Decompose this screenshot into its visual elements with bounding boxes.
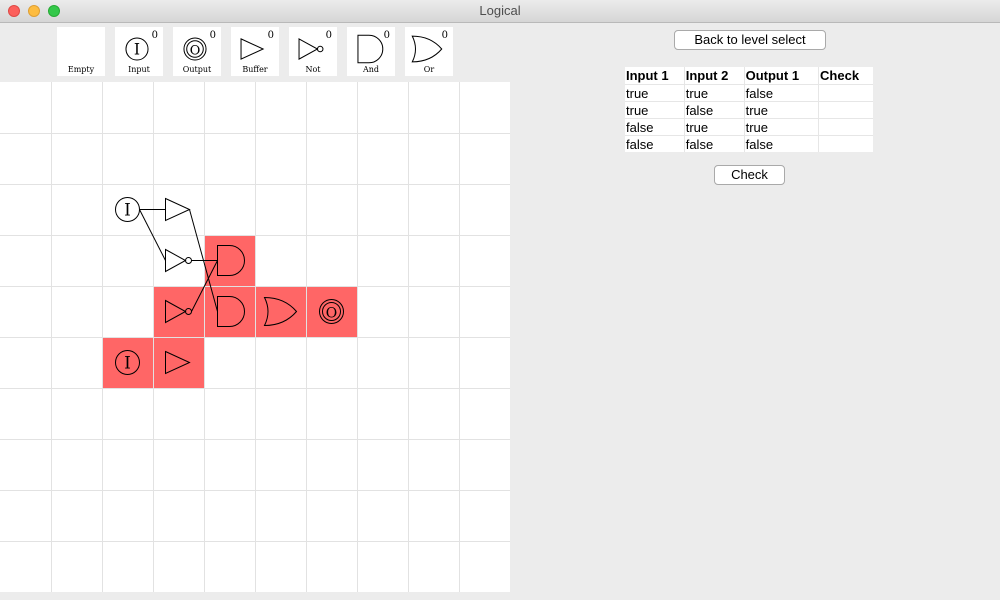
table-cell: true [743,118,819,136]
palette-empty-label: Empty [67,65,95,74]
table-row: false true true [625,118,873,136]
table-cell: true [683,84,745,102]
palette-output-tile[interactable]: O 0 Output [173,27,221,76]
svg-text:I: I [124,354,131,374]
palette-empty-tile[interactable]: Empty [57,27,105,76]
or-icon [411,35,443,63]
palette-and-count: 0 [383,30,390,41]
table-cell: false [743,84,819,102]
palette-not-label: Not [305,65,321,74]
table-row: true true false [625,84,873,102]
circuit-board[interactable]: I O I [0,82,510,592]
truth-table-header-row: Input 1 Input 2 Output 1 Check [625,67,873,85]
header-input-2: Input 2 [683,67,745,85]
buffer-gate[interactable] [165,197,191,222]
input-gate[interactable]: I [115,197,140,222]
back-to-level-select-button[interactable]: Back to level select [674,30,826,50]
palette-and-label: And [362,65,380,74]
check-button[interactable]: Check [714,165,785,185]
svg-text:O: O [190,44,201,59]
table-cell: true [625,84,685,102]
palette-buffer-tile[interactable]: 0 Buffer [231,27,279,76]
table-cell: false [743,135,819,152]
table-cell [818,118,873,136]
palette-buffer-label: Buffer [242,65,268,74]
table-cell [818,84,873,102]
palette-not-count: 0 [325,30,332,41]
svg-text:O: O [326,306,337,322]
table-cell [818,135,873,152]
circuit-board-canvas[interactable]: I O I [0,82,510,592]
highlighted-cell [153,337,204,388]
palette-or-label: Or [423,65,435,74]
palette-not-tile[interactable]: 0 Not [289,27,337,76]
table-cell: true [743,101,819,119]
header-output-1: Output 1 [743,67,819,85]
title-bar: Logical [0,0,1000,23]
palette-input-label: Input [128,65,150,74]
highlighted-cell [153,286,204,337]
table-cell: false [683,135,745,152]
window-title: Logical [479,3,521,18]
palette-buffer-count: 0 [267,30,274,41]
palette-or-tile[interactable]: 0 Or [405,27,453,76]
table-row: false false false [625,135,873,152]
table-cell: false [683,101,745,119]
palette-input-count: 0 [151,30,158,41]
palette-input-tile[interactable]: I 0 Input [115,27,163,76]
truth-table: Input 1 Input 2 Output 1 Check true true… [625,67,873,152]
palette-output-count: 0 [209,30,216,41]
input-icon: I [125,37,149,61]
not-gate[interactable] [165,248,192,273]
header-input-1: Input 1 [626,68,669,83]
buffer-icon [240,38,265,60]
table-cell: true [625,101,685,119]
table-cell: false [625,135,685,152]
table-cell [818,101,873,119]
svg-text:I: I [134,40,140,59]
highlighted-cell [255,286,306,337]
palette-or-count: 0 [441,30,448,41]
palette-output-label: Output [182,65,212,74]
palette-and-tile[interactable]: 0 And [347,27,395,76]
and-icon [357,34,384,64]
header-check: Check [818,67,873,85]
table-cell: true [683,118,745,136]
table-row: true false true [625,101,873,119]
not-icon [298,38,324,60]
table-cell: false [625,118,685,136]
svg-text:I: I [124,201,131,221]
output-icon: O [183,37,207,61]
highlighted-cell [204,286,255,337]
